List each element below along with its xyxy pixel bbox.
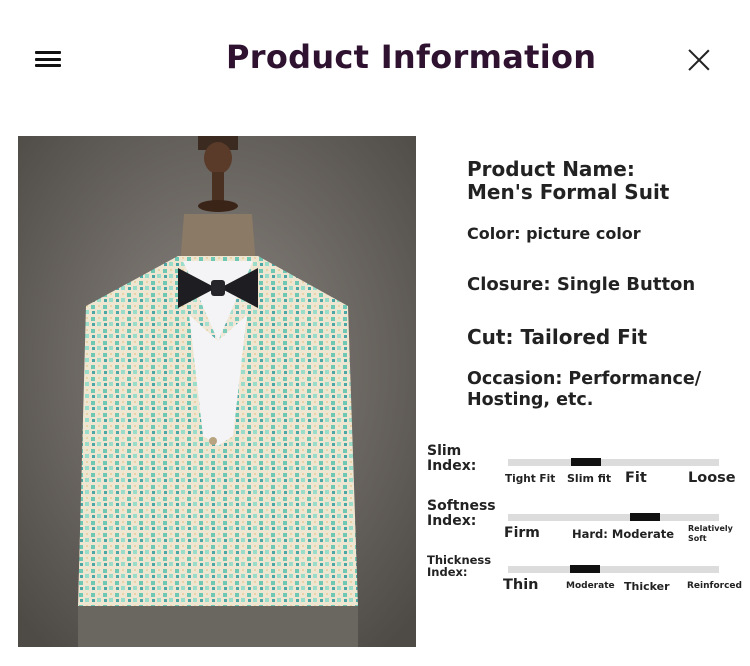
slim-tick-tight-fit: Tight Fit <box>505 473 556 485</box>
thickness-index-label: Thickness Index: <box>427 553 492 580</box>
product-image <box>18 136 416 647</box>
thickness-tick-thin: Thin <box>503 577 539 593</box>
softness-tick-firm: Firm <box>504 525 540 541</box>
slim-tick-loose: Loose <box>688 470 736 486</box>
product-color: Color: picture color <box>467 224 641 243</box>
slim-index-marker <box>571 458 601 466</box>
thickness-index-marker <box>570 565 600 573</box>
product-closure: Closure: Single Button <box>467 274 696 295</box>
product-cut: Cut: Tailored Fit <box>467 325 648 349</box>
thickness-tick-thicker: Thicker <box>624 580 670 593</box>
thickness-tick-reinforced: Reinforced <box>687 581 742 591</box>
page-title: Product Information <box>226 38 597 76</box>
slim-index-label: Slim Index: <box>427 443 477 474</box>
slim-index-bar <box>508 459 719 466</box>
close-icon[interactable] <box>687 48 711 72</box>
thickness-tick-moderate: Moderate <box>566 581 615 591</box>
softness-index-bar <box>508 514 719 521</box>
softness-index-marker <box>630 513 660 521</box>
menu-icon[interactable] <box>35 51 61 67</box>
thickness-index-bar <box>508 566 719 573</box>
slim-tick-slim-fit: Slim fit <box>567 472 612 485</box>
softness-index-label: Softness Index: <box>427 498 496 529</box>
slim-tick-fit: Fit <box>625 470 647 486</box>
softness-tick-relatively-soft: Relatively Soft <box>688 524 733 543</box>
softness-tick-hard-moderate: Hard: Moderate <box>572 527 674 541</box>
product-name: Product Name: Men's Formal Suit <box>467 157 670 204</box>
product-occasion: Occasion: Performance/ Hosting, etc. <box>467 369 702 410</box>
